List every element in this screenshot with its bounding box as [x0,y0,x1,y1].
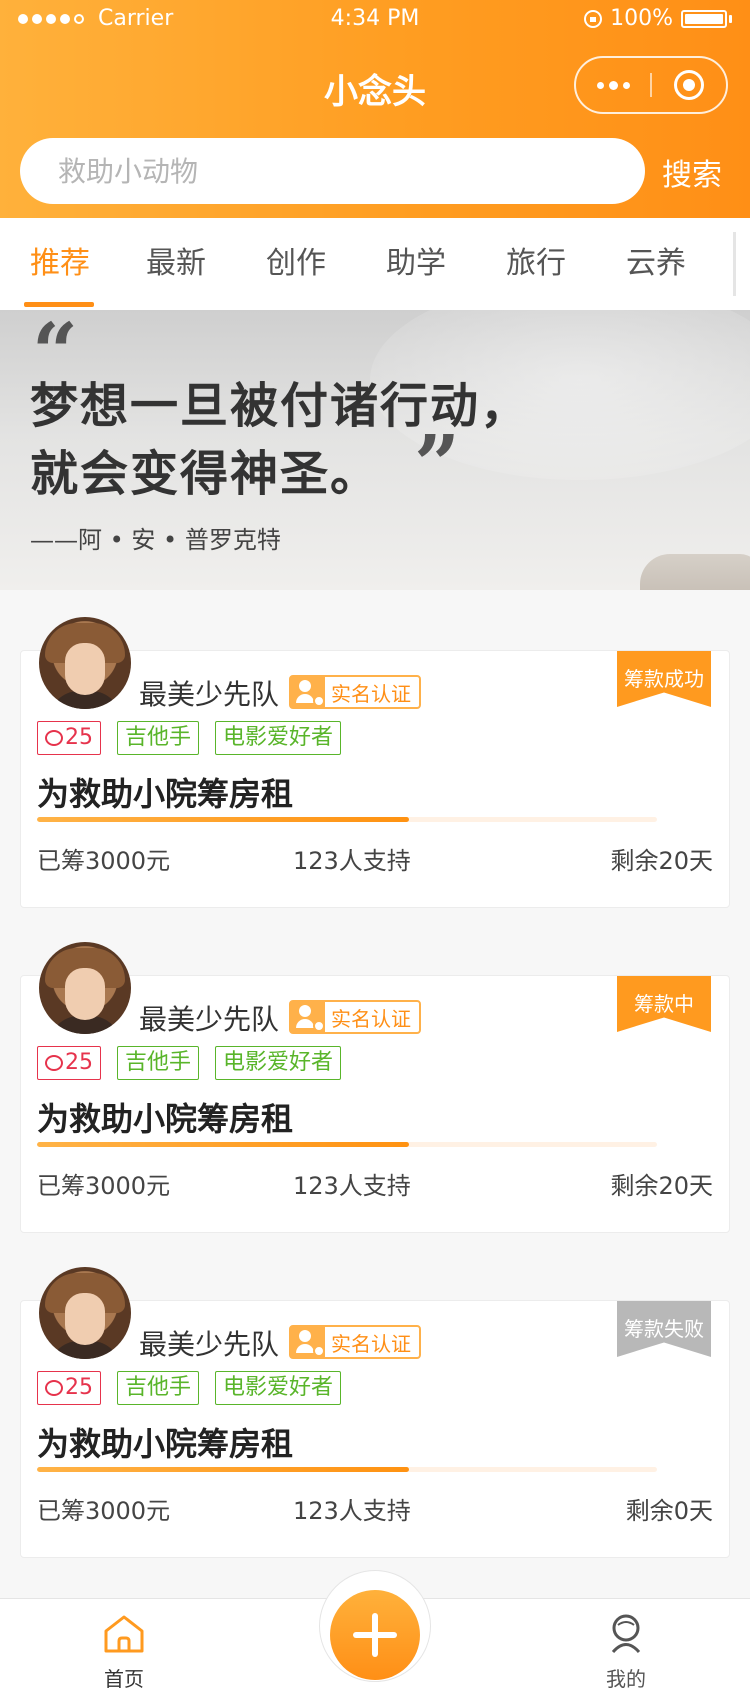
tab-travel[interactable]: 旅行 [476,218,596,310]
card-title: 为救助小院筹房租 [37,1425,294,1463]
tag-guitarist[interactable]: 吉他手 [117,1371,200,1405]
days-remaining: 剩余20天 [610,1172,713,1200]
comment-count: 25 [65,1375,93,1400]
progress-bar [37,817,657,822]
plus-icon [372,1613,378,1657]
avatar[interactable] [39,617,131,709]
tab-recommend[interactable]: 推荐 [0,218,120,310]
comment-count: 25 [65,1050,93,1075]
app-screen: Carrier 4:34 PM 100% 小念头 搜索 [0,0,750,1696]
tabbar-me-label: 我的 [606,1667,646,1691]
quote-banner[interactable]: “ 梦想一旦被付诸行动， 就会变得神圣。 ” ——阿 • 安 • 普罗克特 [0,310,750,590]
battery-percent: 100% [610,6,673,31]
verified-label: 实名认证 [331,1006,411,1031]
status-bar: Carrier 4:34 PM 100% [0,0,750,36]
raised-amount: 已筹3000元 [37,1172,171,1200]
comment-count-tag[interactable]: 25 [37,1046,101,1080]
verified-label: 实名认证 [331,1331,411,1356]
comment-count: 25 [65,725,93,750]
quote-line-2: 就会变得神圣。 [30,446,381,502]
status-badge: 筹款中 [617,976,711,1032]
card-title: 为救助小院筹房租 [37,775,294,813]
close-quote-mark: ” [414,417,461,511]
comment-bubble-icon [45,1055,63,1071]
avatar[interactable] [39,942,131,1034]
verified-user-icon [291,677,325,707]
tabs-scroll-edge [733,232,736,296]
tag-movie-fan[interactable]: 电影爱好者 [215,1371,342,1405]
rotation-lock-icon [584,9,603,28]
comment-count-tag[interactable]: 25 [37,1371,101,1405]
verified-user-icon [291,1327,325,1357]
card-title: 为救助小院筹房租 [37,1100,294,1138]
tab-latest[interactable]: 最新 [116,218,236,310]
home-icon [104,1615,144,1653]
verified-label: 实名认证 [331,681,411,706]
tag-movie-fan[interactable]: 电影爱好者 [215,1046,342,1080]
tag-list: 25 吉他手 电影爱好者 [37,1046,342,1080]
target-close-icon [674,70,704,100]
comment-bubble-icon [45,1380,63,1396]
add-project-button[interactable] [330,1590,420,1680]
battery-icon [681,9,727,28]
tabbar-home-label: 首页 [104,1667,144,1691]
progress-fill [37,1142,409,1147]
category-tabs: 推荐 最新 创作 助学 旅行 云养 [0,218,750,310]
days-remaining: 剩余0天 [625,1497,713,1525]
avatar[interactable] [39,1267,131,1359]
tag-guitarist[interactable]: 吉他手 [117,1046,200,1080]
supporter-count: 123人支持 [293,1172,411,1200]
tag-list: 25 吉他手 电影爱好者 [37,721,342,755]
days-remaining: 剩余20天 [610,847,713,875]
comment-count-tag[interactable]: 25 [37,721,101,755]
progress-bar [37,1142,657,1147]
search-button[interactable]: 搜索 [662,150,722,194]
raised-amount: 已筹3000元 [37,1497,171,1525]
capsule-close-button[interactable] [652,58,726,112]
tabbar-me[interactable]: 我的 [566,1599,686,1696]
quote-author: ——阿 • 安 • 普罗克特 [30,526,281,554]
fundraiser-card[interactable]: 最美少先队 实名认证 筹款失败 25 吉他手 电影爱好者 为救助小院筹房租 已筹… [20,1267,730,1558]
status-badge: 筹款失败 [617,1301,711,1357]
search-input[interactable] [20,138,645,204]
progress-fill [37,817,409,822]
comment-bubble-icon [45,730,63,746]
status-badge: 筹款成功 [617,651,711,707]
status-right: 100% [584,6,732,31]
progress-bar [37,1467,657,1472]
verified-badge: 实名认证 [289,675,421,709]
search-box [20,138,645,204]
more-dots-icon[interactable] [576,58,650,112]
user-name[interactable]: 最美少先队 [139,1323,279,1363]
user-icon [611,1614,641,1654]
supporter-count: 123人支持 [293,1497,411,1525]
supporter-count: 123人支持 [293,847,411,875]
banner-rock [640,554,750,590]
fundraiser-card[interactable]: 最美少先队 实名认证 筹款成功 25 吉他手 电影爱好者 为救助小院筹房租 已筹… [20,617,730,908]
tab-education[interactable]: 助学 [356,218,476,310]
verified-badge: 实名认证 [289,1325,421,1359]
header: Carrier 4:34 PM 100% 小念头 搜索 [0,0,750,218]
progress-fill [37,1467,409,1472]
miniprogram-capsule [574,56,728,114]
battery-tip [729,14,732,23]
tag-movie-fan[interactable]: 电影爱好者 [215,721,342,755]
user-name[interactable]: 最美少先队 [139,998,279,1038]
verified-user-icon [291,1002,325,1032]
user-name[interactable]: 最美少先队 [139,673,279,713]
tabbar-home[interactable]: 首页 [64,1599,184,1696]
active-tab-indicator [24,302,94,307]
tab-creation[interactable]: 创作 [236,218,356,310]
fundraiser-card[interactable]: 最美少先队 实名认证 筹款中 25 吉他手 电影爱好者 为救助小院筹房租 已筹3… [20,942,730,1233]
verified-badge: 实名认证 [289,1000,421,1034]
tag-guitarist[interactable]: 吉他手 [117,721,200,755]
tag-list: 25 吉他手 电影爱好者 [37,1371,342,1405]
tab-cloud-pet[interactable]: 云养 [596,218,716,310]
raised-amount: 已筹3000元 [37,847,171,875]
